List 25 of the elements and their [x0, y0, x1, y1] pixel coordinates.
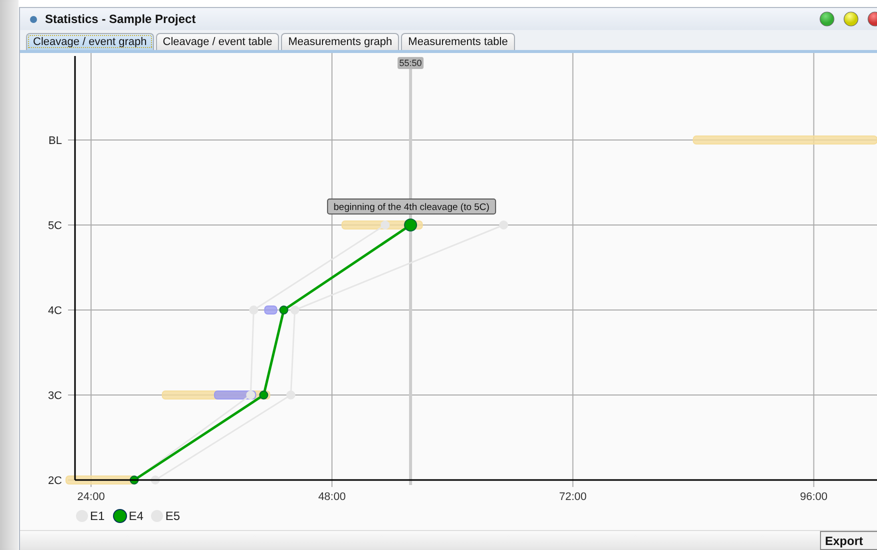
window-title: Statistics - Sample Project [45, 12, 197, 26]
axis-label: 3C [48, 390, 62, 402]
tooltip: beginning of the 4th cleavage (to 5C) [327, 198, 496, 214]
window-control-icon[interactable] [819, 11, 835, 27]
range-bar [264, 306, 278, 314]
cursor-time-label: 55:50 [398, 57, 424, 69]
axis-label: 48:00 [318, 491, 346, 503]
legend-label: E5 [165, 509, 182, 523]
axis-label: 24:00 [77, 491, 105, 503]
axis-label: 5C [48, 220, 62, 232]
legend-label: E4 [128, 509, 144, 523]
tab[interactable]: Measurements graph [281, 33, 400, 50]
window-control-icon[interactable] [843, 11, 859, 27]
axis-label: 72:00 [559, 491, 587, 503]
tab[interactable]: Cleavage / event table [156, 33, 280, 50]
axis-label: BL [48, 135, 62, 147]
tab[interactable]: Cleavage / event graph [26, 33, 154, 50]
export-button[interactable]: Export [820, 531, 877, 550]
app-icon [30, 16, 37, 22]
legend-marker-icon[interactable] [112, 509, 127, 523]
axis-label: 2C [48, 475, 62, 487]
legend-label: E1 [90, 509, 106, 523]
tab[interactable]: Measurements table [401, 33, 515, 50]
axis-label: 96:00 [800, 491, 828, 503]
axis-label: 4C [48, 305, 62, 317]
